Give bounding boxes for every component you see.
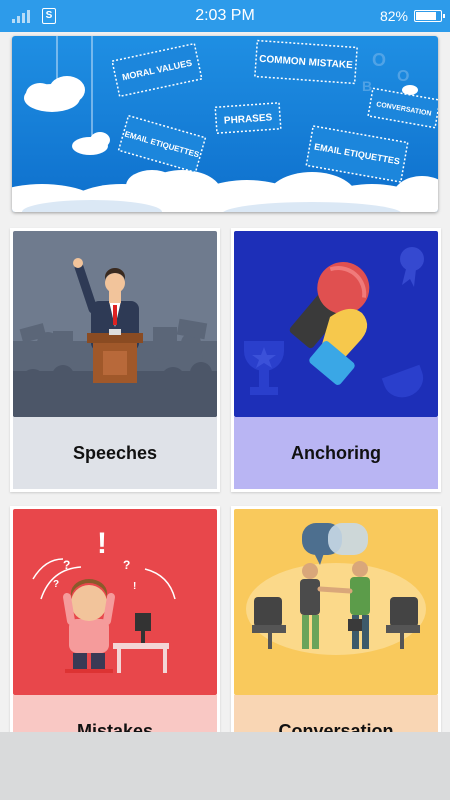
category-card-speeches[interactable]: Speeches — [10, 228, 220, 492]
svg-text:O: O — [397, 68, 409, 85]
topics-banner[interactable]: L O O K B MORAL VALUES COMMON MISTAKE C — [12, 36, 438, 212]
svg-text:?: ? — [123, 558, 130, 572]
svg-text:!: ! — [133, 581, 136, 592]
navigation-bar — [0, 732, 450, 800]
main-content: L O O K B MORAL VALUES COMMON MISTAKE C — [0, 32, 450, 770]
handshake-illustration — [234, 509, 438, 695]
svg-text:!: ! — [97, 527, 107, 560]
svg-text:?: ? — [53, 579, 59, 590]
microphone-trophy-illustration — [234, 231, 438, 417]
status-bar: S 2:03 PM 82% — [0, 0, 450, 32]
banner-illustration: L O O K B MORAL VALUES COMMON MISTAKE C — [12, 36, 438, 212]
svg-text:O: O — [372, 50, 386, 70]
speech-podium-illustration — [13, 231, 217, 417]
card-label: Speeches — [13, 417, 217, 489]
battery-icon — [414, 10, 445, 22]
battery-percent: 82% — [379, 8, 408, 24]
category-card-mistakes[interactable]: ! ? ? ? ! Mistakes — [10, 506, 220, 770]
category-card-anchoring[interactable]: Anchoring — [231, 228, 441, 492]
svg-text:B: B — [362, 78, 372, 94]
confused-man-illustration: ! ? ? ? ! — [13, 509, 217, 695]
category-card-conversation[interactable]: Conversation — [231, 506, 441, 770]
card-label: Anchoring — [234, 417, 438, 489]
